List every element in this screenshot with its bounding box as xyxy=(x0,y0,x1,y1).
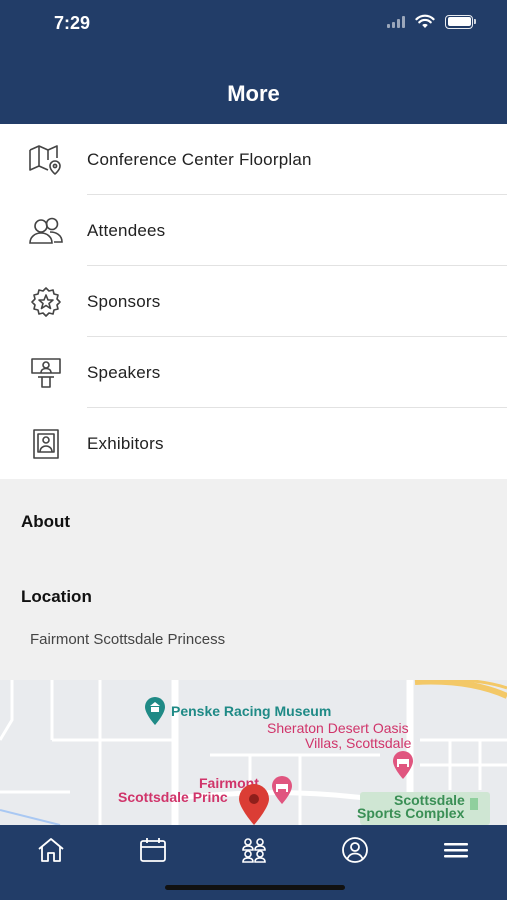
menu-item-label: Exhibitors xyxy=(87,433,164,453)
menu-item-speakers[interactable]: Speakers xyxy=(0,337,507,408)
people-group-icon xyxy=(242,838,266,863)
sheraton-label-2: Villas, Scottsdale xyxy=(305,735,412,751)
location-map[interactable]: Penske Racing Museum Sheraton Desert Oas… xyxy=(0,680,507,825)
fairmont-label-2: Scottsdale Princ xyxy=(118,789,228,805)
museum-poi-icon[interactable] xyxy=(143,696,167,726)
menu-item-attendees[interactable]: Attendees xyxy=(0,195,507,266)
page-title: More xyxy=(227,81,280,106)
home-icon xyxy=(38,838,64,862)
people-icon xyxy=(29,217,63,244)
wifi-icon xyxy=(415,14,435,28)
museum-label: Penske Racing Museum xyxy=(171,703,332,719)
hamburger-menu-icon xyxy=(444,843,468,858)
map-pin-icon xyxy=(29,145,61,175)
hotel-poi-icon[interactable] xyxy=(270,775,294,805)
app-header: 7:29 More xyxy=(0,0,507,124)
exhibitor-booth-icon xyxy=(33,429,59,459)
menu-item-label: Sponsors xyxy=(87,291,161,311)
menu-item-floorplan[interactable]: Conference Center Floorplan xyxy=(0,124,507,195)
tab-attendees[interactable] xyxy=(234,835,274,865)
status-time: 7:29 xyxy=(54,13,91,33)
more-menu-list: Conference Center Floorplan Attendees Sp… xyxy=(0,124,507,479)
home-indicator xyxy=(165,885,345,890)
menu-item-label: Conference Center Floorplan xyxy=(87,149,312,169)
profile-icon xyxy=(342,837,368,863)
tab-profile[interactable] xyxy=(335,835,375,865)
sports-label-2: Sports Complex xyxy=(357,805,465,821)
tab-schedule[interactable] xyxy=(133,835,173,865)
location-address: Fairmont Scottsdale Princess xyxy=(30,631,226,648)
hotel-poi-icon[interactable] xyxy=(391,750,415,780)
speaker-podium-icon xyxy=(31,358,61,388)
status-icons xyxy=(387,14,476,29)
menu-item-exhibitors[interactable]: Exhibitors xyxy=(0,408,507,479)
menu-item-label: Attendees xyxy=(87,220,166,240)
tab-more[interactable] xyxy=(436,835,476,865)
location-pin-icon[interactable] xyxy=(237,784,271,825)
location-heading: Location xyxy=(21,587,92,606)
about-heading: About xyxy=(21,512,71,531)
tab-home[interactable] xyxy=(31,835,71,865)
menu-item-sponsors[interactable]: Sponsors xyxy=(0,266,507,337)
sheraton-label-1: Sheraton Desert Oasis xyxy=(267,720,409,736)
cellular-signal-icon xyxy=(387,15,405,28)
calendar-icon xyxy=(140,838,166,862)
menu-item-label: Speakers xyxy=(87,362,161,382)
star-badge-icon xyxy=(31,287,61,317)
battery-icon xyxy=(445,14,476,29)
